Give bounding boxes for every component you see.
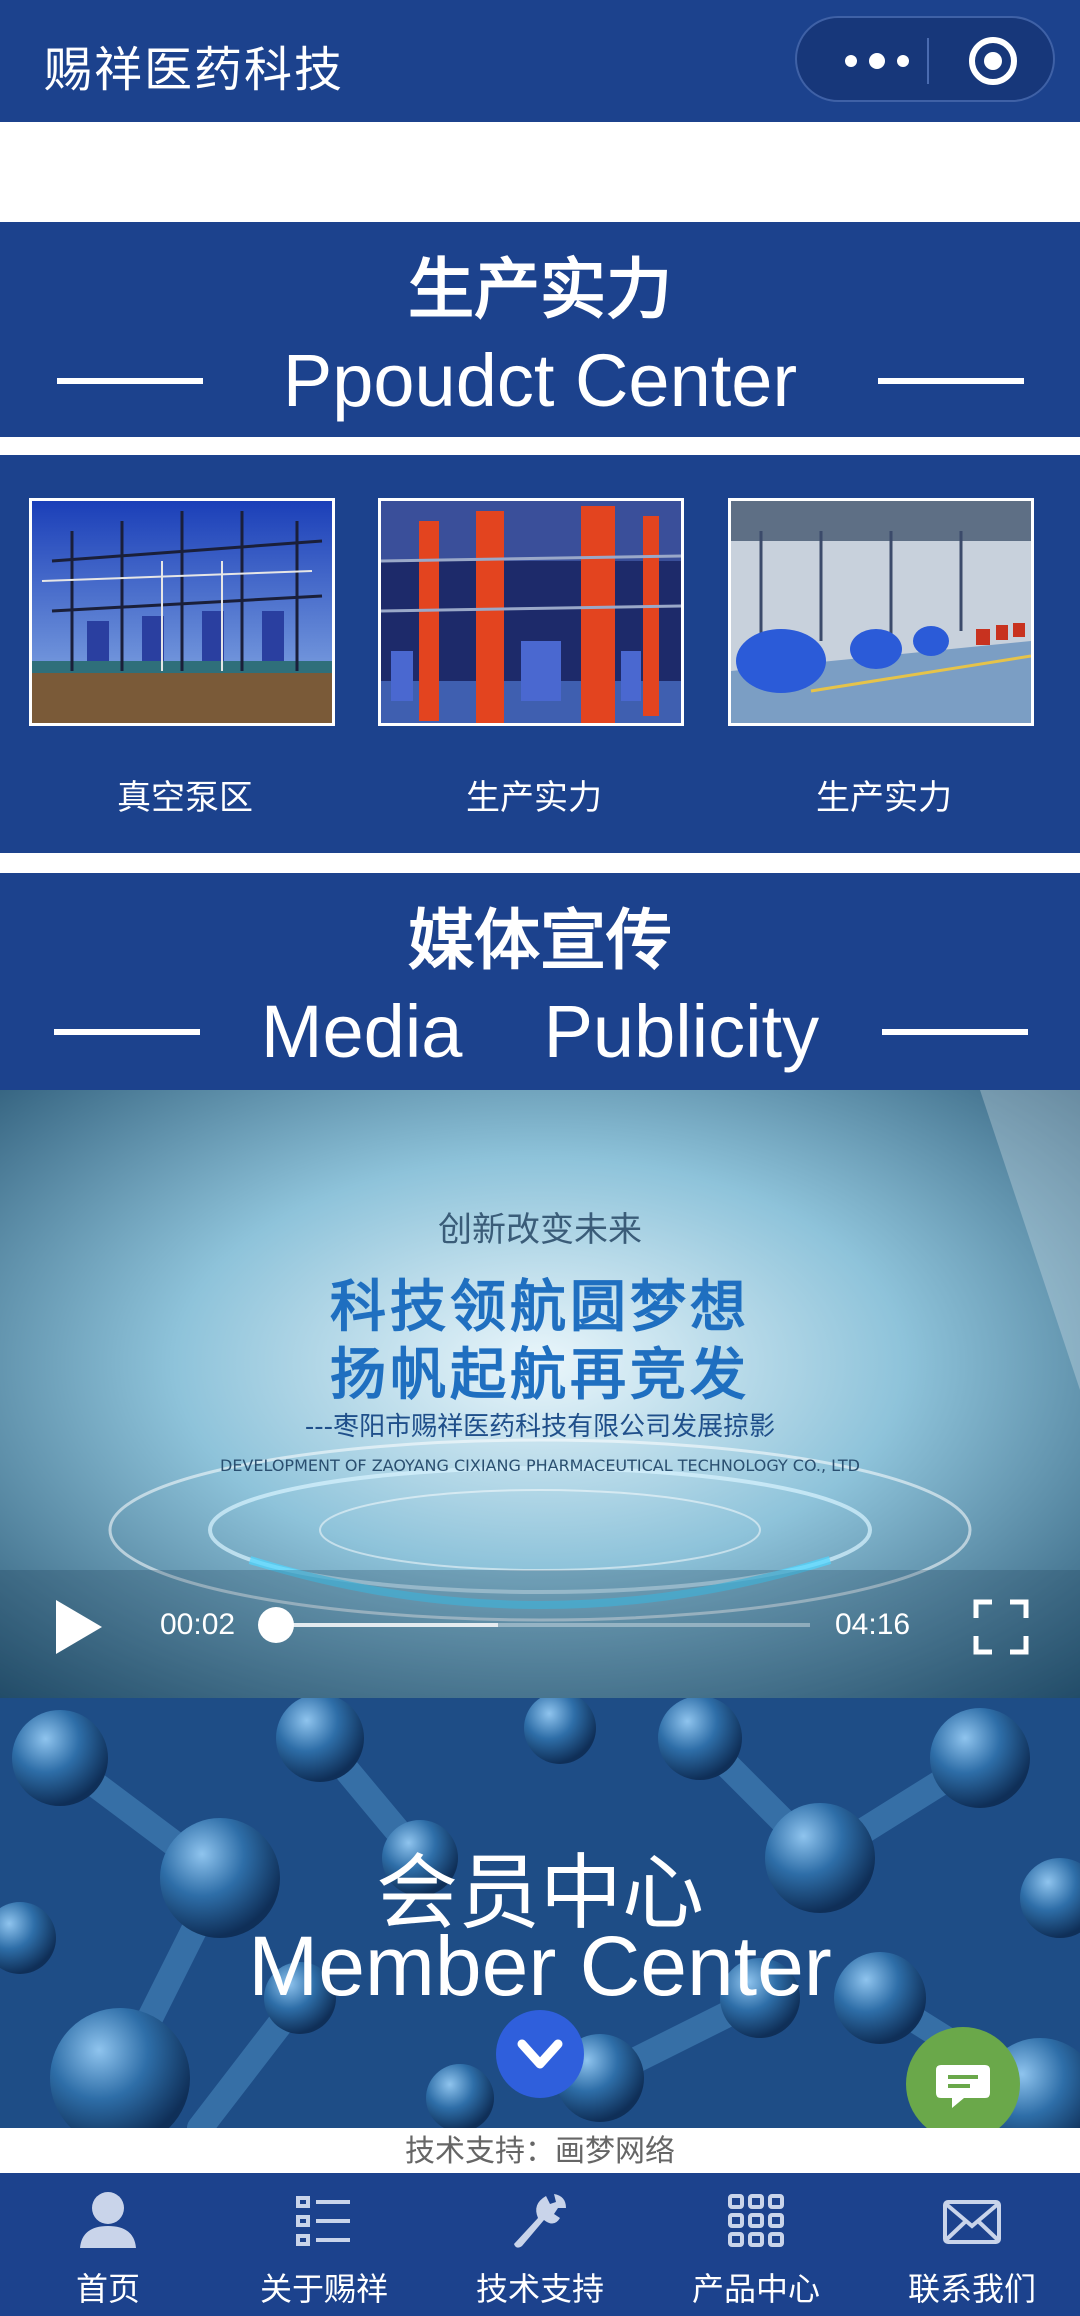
video-player[interactable]: 创新改变未来 科技领航圆梦想 扬帆起航再竞发 ---枣阳市赐祥医药科技有限公司发… [0,1090,1080,1698]
nav-label: 首页 [75,2270,140,2308]
nav-contact[interactable]: 联系我们 [864,2176,1080,2316]
video-headline-2: 扬帆起航再竞发 [330,1343,750,1408]
grid-icon [728,2194,784,2247]
fullscreen-icon[interactable] [972,1598,1030,1656]
gallery-image-vacuum-pump[interactable] [29,498,335,726]
gallery-caption-3: 生产实力 [816,778,952,818]
header-line-right [878,378,1024,384]
video-buffer-bar [272,1623,498,1627]
media-title-en-word1: Media [260,990,463,1073]
nav-home[interactable]: 首页 [0,2176,216,2316]
target-circle-icon[interactable] [943,18,1043,104]
more-dots-icon[interactable] [827,18,927,104]
mini-program-capsule [795,16,1055,102]
nav-label: 产品中心 [691,2270,820,2308]
video-current-time: 00:02 [160,1608,236,1641]
capsule-divider [927,38,929,84]
nav-tech-support[interactable]: 技术支持 [432,2176,648,2316]
media-header: 媒体宣传 Media Publicity [0,873,1080,1090]
video-subtitle: ---枣阳市赐祥医药科技有限公司发展掠影 [304,1412,776,1442]
gallery-image-production-2[interactable] [728,498,1034,726]
chevron-down-icon[interactable] [496,2010,584,2098]
tech-support-note: 技术支持：画梦网络 [0,2128,1080,2176]
nav-label: 技术支持 [475,2270,604,2308]
video-subtitle-en: DEVELOPMENT OF ZAOYANG CIXIANG PHARMACEU… [220,1456,860,1475]
gallery-image-production-1[interactable] [378,498,684,726]
production-header: 生产实力 Ppoudct Center [0,222,1080,437]
nav-about[interactable]: 关于赐祥 [216,2176,432,2316]
gallery-caption-2: 生产实力 [466,778,602,818]
header-line-right [882,1029,1028,1035]
bottom-nav: 首页 关于赐祥 技术支持 产品中心 联系我们 [0,2176,1080,2316]
list-icon [296,2196,350,2246]
nav-label: 关于赐祥 [259,2270,388,2308]
member-title-en: Member Center [248,1919,832,2013]
video-duration: 04:16 [835,1608,911,1641]
top-bar: 赐祥医药科技 [0,0,1080,122]
app-title: 赐祥医药科技 [44,42,345,98]
gallery-caption-1: 真空泵区 [117,778,253,818]
user-icon [80,2192,136,2248]
chat-button[interactable] [906,2027,1020,2141]
media-title-cn: 媒体宣传 [408,902,672,979]
mail-icon [943,2200,1001,2244]
banner-blank [0,122,1080,222]
production-title-cn: 生产实力 [408,251,672,328]
wrench-icon [514,2194,566,2248]
media-title-en-word2: Publicity [543,990,820,1073]
play-icon[interactable] [52,1598,104,1656]
nav-products[interactable]: 产品中心 [648,2176,864,2316]
video-slogan: 创新改变未来 [438,1210,642,1250]
chat-bubble-icon [936,2065,990,2108]
nav-label: 联系我们 [907,2270,1036,2308]
